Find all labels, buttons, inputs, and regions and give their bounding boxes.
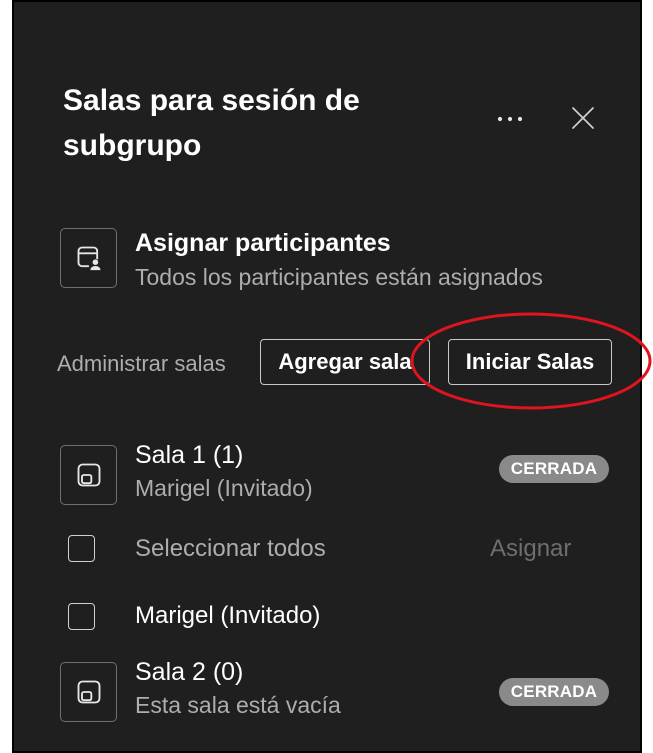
assign-participants-icon	[77, 246, 102, 272]
room-subtitle: Esta sala está vacía	[135, 692, 341, 718]
manage-rooms-label: Administrar salas	[57, 351, 226, 376]
room-icon-box	[60, 662, 117, 722]
assign-participants-icon-box	[60, 228, 117, 288]
room-icon-box	[60, 445, 117, 505]
room-icon	[77, 463, 100, 487]
start-rooms-button[interactable]: Iniciar Salas	[448, 339, 612, 385]
assign-participants-row[interactable]: Asignar participantes Todos los particip…	[60, 226, 600, 290]
breakout-rooms-panel: Salas para sesión de subgrupo Asignar pa…	[12, 0, 642, 753]
assign-button[interactable]: Asignar	[490, 534, 571, 564]
select-all-row: Seleccionar todos Asignar	[68, 532, 588, 565]
participant-row: Marigel (Invitado)	[68, 600, 368, 633]
room-name: Sala 2 (0)	[135, 658, 244, 686]
room-row-1[interactable]: Sala 1 (1) Marigel (Invitado) CERRADA	[60, 439, 615, 509]
select-all-checkbox[interactable]	[68, 535, 95, 562]
room-row-2[interactable]: Sala 2 (0) Esta sala está vacía CERRADA	[60, 656, 615, 726]
room-icon	[77, 680, 100, 704]
participant-checkbox[interactable]	[68, 603, 95, 630]
more-options-button[interactable]	[495, 112, 525, 124]
close-icon	[572, 107, 594, 129]
assign-participants-title: Asignar participantes	[135, 229, 391, 257]
assign-participants-subtitle: Todos los participantes están asignados	[135, 264, 543, 290]
close-button[interactable]	[571, 106, 595, 130]
room-status-badge: CERRADA	[499, 678, 609, 706]
panel-title: Salas para sesión de subgrupo	[63, 84, 360, 162]
room-name: Sala 1 (1)	[135, 441, 244, 469]
more-icon	[497, 116, 523, 122]
room-subtitle: Marigel (Invitado)	[135, 475, 313, 501]
room-status-badge: CERRADA	[499, 455, 609, 483]
add-room-button[interactable]: Agregar sala	[260, 339, 430, 385]
panel-header: Salas para sesión de subgrupo	[14, 62, 640, 182]
select-all-label[interactable]: Seleccionar todos	[135, 534, 326, 564]
manage-rooms-bar: Administrar salas Agregar sala Iniciar S…	[57, 337, 617, 387]
participant-name[interactable]: Marigel (Invitado)	[135, 601, 320, 631]
